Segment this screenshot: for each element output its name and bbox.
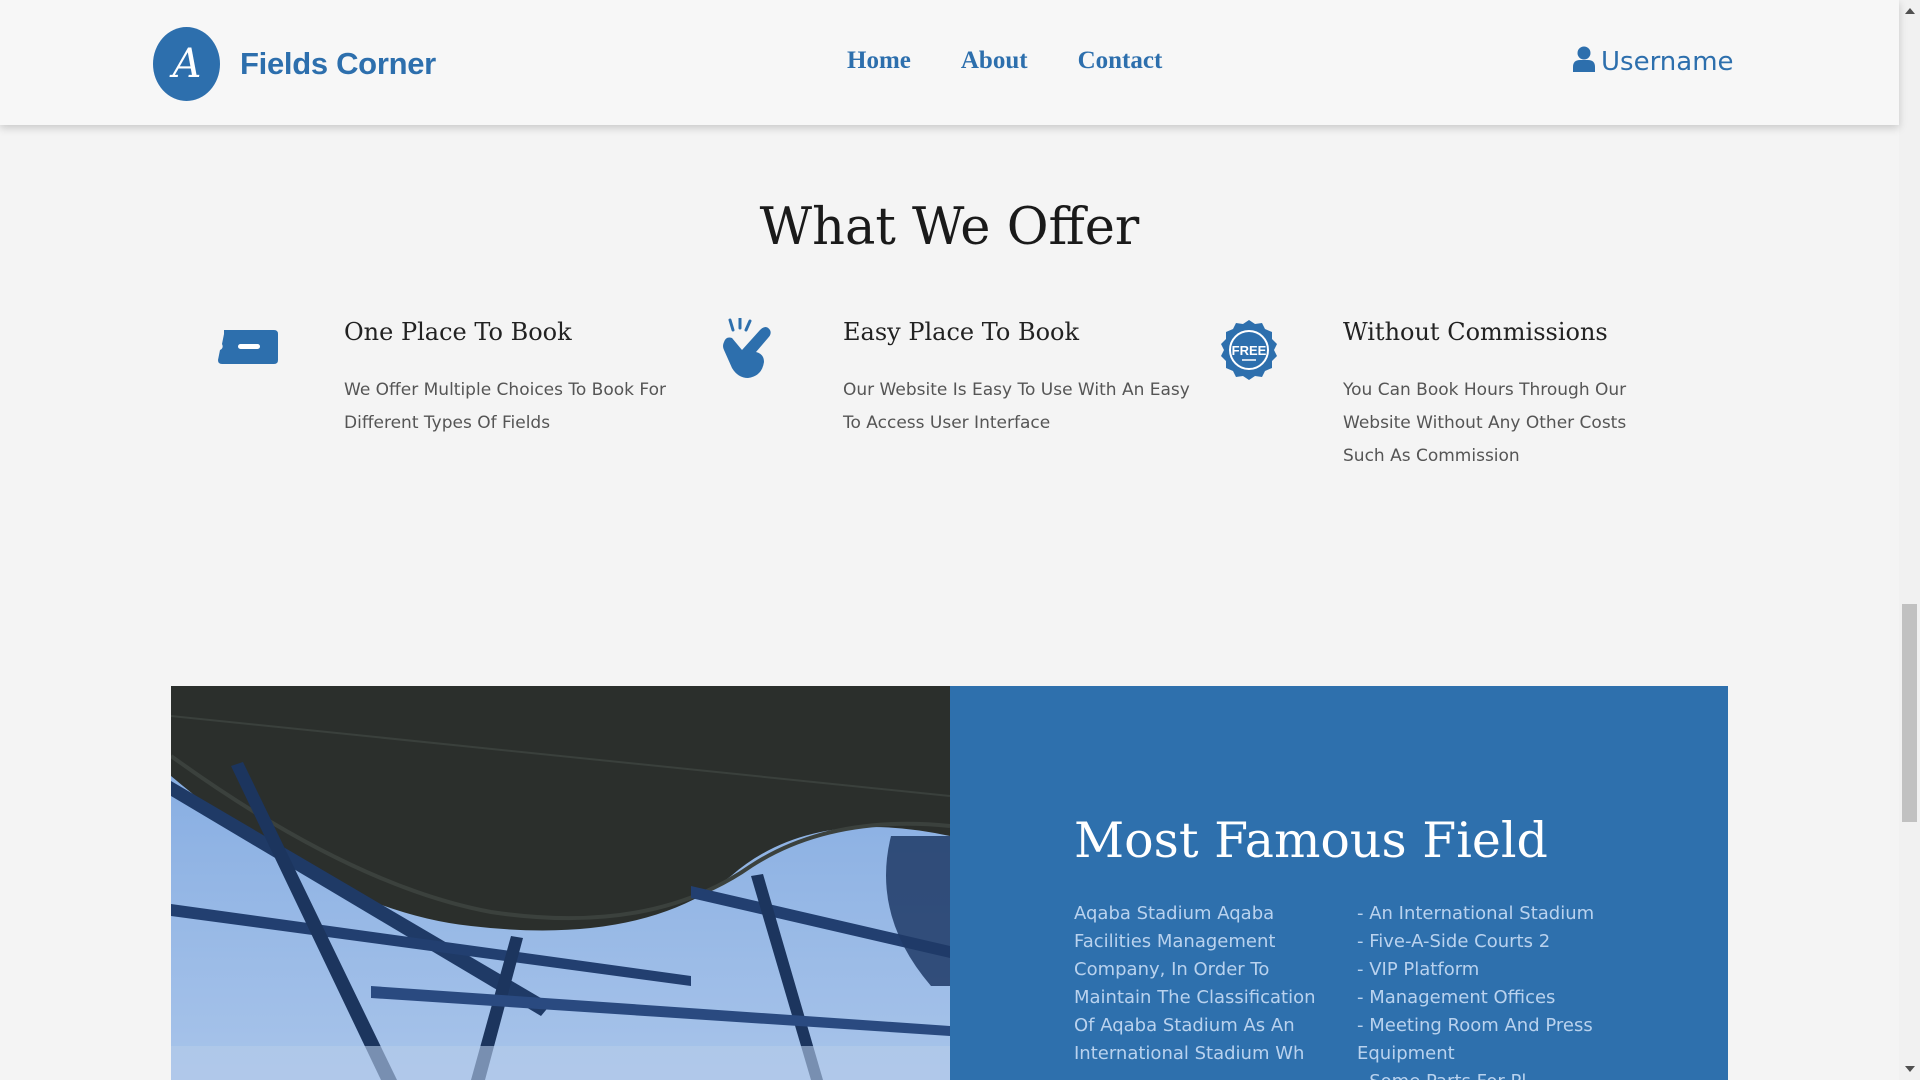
famous-field-panel: Most Famous Field Aqaba Stadium Aqaba Fa… [950,686,1728,1080]
user-menu[interactable]: Username [1573,46,1734,77]
feature-description: Our Website Is Easy To Use With An Easy … [843,380,1190,433]
list-item: - Management Offices [1357,987,1556,1008]
svg-text:A: A [168,41,201,87]
navbar: A Fields Corner Home About Contact Usern… [0,0,1899,125]
logo-badge-icon: A [153,27,220,101]
stadium-features-list: - An International Stadium - Five-A-Side… [1357,900,1637,1080]
svg-text:FREE: FREE [1232,343,1267,358]
user-icon [1573,46,1595,77]
list-item: - Some Parts For Pl [1357,1068,1637,1080]
list-item: - An International Stadium [1357,903,1595,924]
snap-fingers-icon [720,316,776,385]
scroll-down-arrow-icon[interactable] [1905,1066,1915,1072]
famous-field-section: Most Famous Field Aqaba Stadium Aqaba Fa… [171,686,1728,1080]
feature-title: Without Commissions [1343,318,1608,346]
offer-section-title: What We Offer [759,198,1140,257]
feature-description: You Can Book Hours Through Our Website W… [1343,380,1627,466]
free-badge-icon: FREE [1216,318,1282,387]
scroll-thumb[interactable] [1902,604,1917,822]
nav-contact-link[interactable]: Contact [1078,47,1163,75]
list-item: - Five-A-Side Courts 2 [1357,931,1551,952]
scroll-up-arrow-icon[interactable] [1905,8,1915,14]
feature-title: Easy Place To Book [843,318,1080,346]
page-scrollbar[interactable] [1899,0,1920,1080]
main-nav: Home About Contact [847,47,1162,75]
nav-home-link[interactable]: Home [847,47,911,75]
famous-field-title: Most Famous Field [1074,812,1548,869]
stadium-image [171,686,950,1080]
feature-description: We Offer Multiple Choices To Book For Di… [344,380,666,433]
stadium-description: Aqaba Stadium Aqaba Facilities Managemen… [1074,903,1316,1064]
logo[interactable]: A Fields Corner [153,27,436,101]
brand-name: Fields Corner [240,46,436,81]
list-item: - Meeting Room And Press Equipment [1357,1015,1593,1064]
nav-about-link[interactable]: About [961,47,1028,75]
feature-title: One Place To Book [344,318,572,346]
username-label: Username [1601,46,1734,77]
list-item: - VIP Platform [1357,959,1480,980]
ticket-icon [216,326,282,375]
